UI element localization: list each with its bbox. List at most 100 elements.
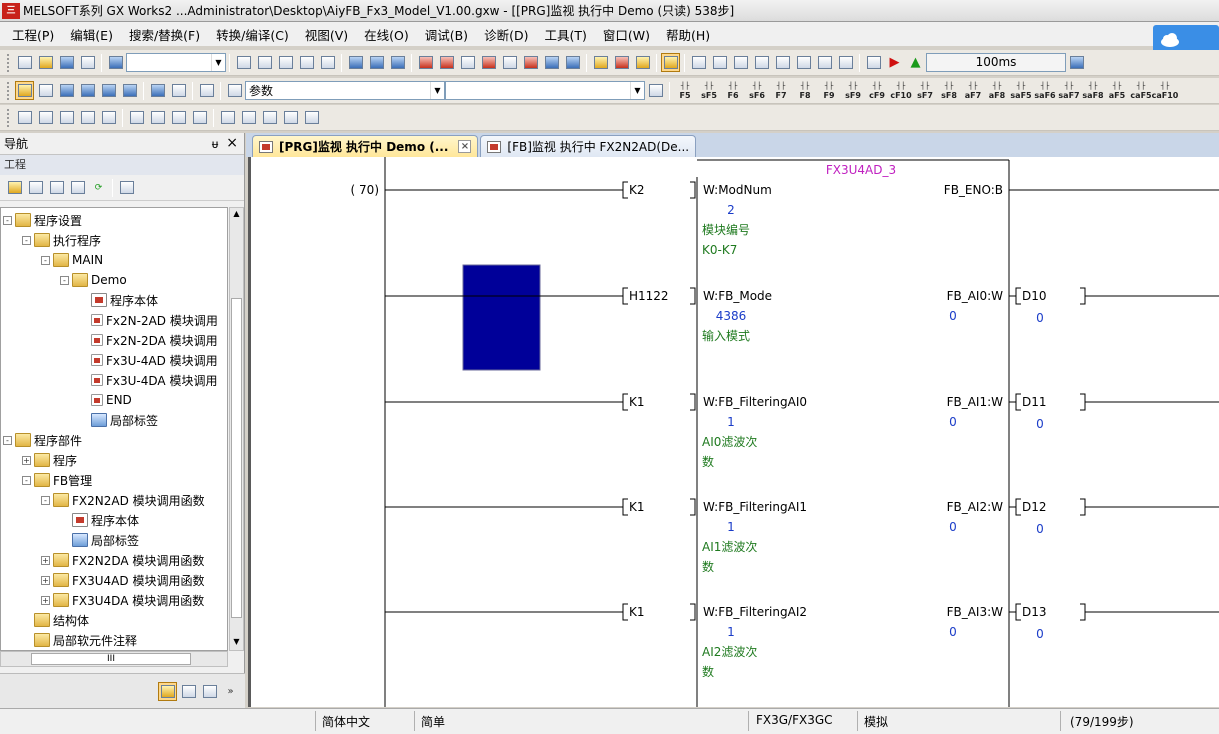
record-icon[interactable] bbox=[864, 53, 883, 72]
fkey-saf8-button[interactable]: ┤├ saF8 bbox=[1082, 81, 1104, 100]
read-plc-icon[interactable] bbox=[437, 53, 456, 72]
device-icon[interactable] bbox=[542, 53, 561, 72]
tree-item[interactable]: 局部软元件注释 bbox=[22, 630, 137, 650]
edit-icon[interactable] bbox=[169, 108, 188, 127]
online-change-icon[interactable] bbox=[633, 53, 652, 72]
ladder-func-icon[interactable] bbox=[794, 53, 813, 72]
fkey-f9-button[interactable]: ┤├ F9 bbox=[818, 81, 840, 100]
tree-item[interactable]: 程序本体 bbox=[60, 510, 139, 530]
print-icon[interactable] bbox=[78, 53, 97, 72]
new-file-icon[interactable] bbox=[15, 53, 34, 72]
play-icon[interactable]: ▶ bbox=[885, 53, 904, 72]
fkey-caf10-button[interactable]: ┤├ caF10 bbox=[1152, 81, 1179, 100]
fkey-sf6-button[interactable]: ┤├ sF6 bbox=[746, 81, 768, 100]
connection-icon[interactable] bbox=[200, 682, 219, 701]
project-view-icon[interactable] bbox=[158, 682, 177, 701]
cut-icon[interactable] bbox=[234, 53, 253, 72]
fkey-f6-button[interactable]: ┤├ F6 bbox=[722, 81, 744, 100]
more-icon[interactable]: » bbox=[221, 682, 240, 701]
close-icon[interactable]: × bbox=[458, 140, 472, 153]
device-icon[interactable] bbox=[367, 53, 386, 72]
search-target-combo[interactable]: ▼ bbox=[445, 81, 645, 100]
menu-item-4[interactable]: 视图(V) bbox=[297, 25, 356, 44]
ladder-delete-icon[interactable] bbox=[710, 53, 729, 72]
menu-item-6[interactable]: 调试(B) bbox=[417, 25, 476, 44]
timer-set-icon[interactable] bbox=[1067, 53, 1086, 72]
project-tree[interactable]: - 程序设置 - 执行程序 - MAIN - Demo 程序本体 Fx2N-2AD 模块调用 Fx2… bbox=[0, 207, 228, 651]
chevron-down-icon[interactable]: ▼ bbox=[430, 82, 444, 99]
tree-item[interactable]: + FX3U4AD 模块调用函数 bbox=[41, 570, 204, 590]
menu-item-5[interactable]: 在线(O) bbox=[356, 25, 417, 44]
contact-icon[interactable] bbox=[57, 108, 76, 127]
edit-icon[interactable] bbox=[281, 108, 300, 127]
tree-item[interactable]: Fx2N-2DA 模块调用 bbox=[79, 330, 218, 350]
ladder-branch-icon[interactable] bbox=[752, 53, 771, 72]
monitor-stop-icon[interactable] bbox=[500, 53, 519, 72]
menu-item-3[interactable]: 转换/编译(C) bbox=[208, 25, 297, 44]
ladder-line-icon[interactable] bbox=[731, 53, 750, 72]
list-mode-icon[interactable] bbox=[36, 81, 55, 100]
fkey-cf9-button[interactable]: ┤├ cF9 bbox=[866, 81, 888, 100]
fkey-sf8-button[interactable]: ┤├ sF8 bbox=[938, 81, 960, 100]
fkey-f5-button[interactable]: ┤├ F5 bbox=[674, 81, 696, 100]
tree-item[interactable]: - Demo bbox=[60, 270, 127, 290]
ladder-comment-icon[interactable] bbox=[815, 53, 834, 72]
tree-item[interactable]: - 程序部件 bbox=[3, 430, 82, 450]
refresh-icon[interactable]: ⟳ bbox=[89, 178, 108, 197]
scroll-down-icon[interactable]: ▼ bbox=[231, 637, 242, 649]
tree-item[interactable]: Fx2N-2AD 模块调用 bbox=[79, 310, 218, 330]
collapse-icon[interactable]: - bbox=[3, 435, 12, 445]
edit-icon[interactable] bbox=[302, 108, 321, 127]
device-icon[interactable] bbox=[388, 53, 407, 72]
redo-icon[interactable] bbox=[318, 53, 337, 72]
edit-icon[interactable] bbox=[127, 108, 146, 127]
paste-icon[interactable] bbox=[276, 53, 295, 72]
collapse-icon[interactable]: - bbox=[22, 235, 31, 245]
menu-item-7[interactable]: 诊断(D) bbox=[476, 25, 536, 44]
copy-icon[interactable] bbox=[255, 53, 274, 72]
collapse-icon[interactable]: - bbox=[3, 215, 12, 225]
contact-icon[interactable] bbox=[78, 108, 97, 127]
scroll-up-icon[interactable]: ▲ bbox=[231, 209, 242, 221]
ladder-note-icon[interactable] bbox=[836, 53, 855, 72]
toolbar-grip[interactable] bbox=[7, 53, 11, 72]
toolbar-grip[interactable] bbox=[7, 108, 11, 127]
fkey-af5-button[interactable]: ┤├ aF5 bbox=[1106, 81, 1128, 100]
expand-icon[interactable]: + bbox=[22, 455, 31, 465]
user-library-icon[interactable] bbox=[179, 682, 198, 701]
close-icon[interactable]: × bbox=[226, 136, 238, 151]
tree-item[interactable]: - MAIN bbox=[41, 250, 103, 270]
collapse-icon[interactable]: - bbox=[60, 275, 69, 285]
tree-item[interactable]: 程序本体 bbox=[79, 290, 158, 310]
help-circle-icon[interactable] bbox=[197, 81, 216, 100]
convert-icon[interactable] bbox=[591, 53, 610, 72]
tree-item[interactable]: - FX2N2AD 模块调用函数 bbox=[41, 490, 205, 510]
open-folder-icon[interactable] bbox=[36, 53, 55, 72]
fkey-af7-button[interactable]: ┤├ aF7 bbox=[962, 81, 984, 100]
chevron-down-icon[interactable]: ▼ bbox=[630, 82, 644, 99]
expand-icon[interactable]: + bbox=[41, 595, 50, 605]
tree-item[interactable]: END bbox=[79, 390, 132, 410]
tree-item[interactable]: + FX3U4DA 模块调用函数 bbox=[41, 590, 204, 610]
fkey-cf10-button[interactable]: ┤├ cF10 bbox=[890, 81, 912, 100]
fkey-saf7-button[interactable]: ┤├ saF7 bbox=[1058, 81, 1080, 100]
window-icon[interactable] bbox=[57, 81, 76, 100]
tree-item[interactable]: - FB管理 bbox=[22, 470, 92, 490]
ladder-insert-icon[interactable] bbox=[689, 53, 708, 72]
menu-item-2[interactable]: 搜索/替换(F) bbox=[121, 25, 208, 44]
ladder-mode-icon[interactable] bbox=[15, 81, 34, 100]
warning-icon[interactable]: ▲ bbox=[906, 53, 925, 72]
fkey-af8-button[interactable]: ┤├ aF8 bbox=[986, 81, 1008, 100]
verify-icon[interactable] bbox=[458, 53, 477, 72]
tree-item[interactable]: Fx3U-4AD 模块调用 bbox=[79, 350, 218, 370]
tree-item[interactable]: - 程序设置 bbox=[3, 210, 82, 230]
menu-item-1[interactable]: 编辑(E) bbox=[62, 25, 121, 44]
tree-item[interactable]: 结构体 bbox=[22, 610, 89, 630]
edit-icon[interactable] bbox=[218, 108, 237, 127]
write-plc-icon[interactable] bbox=[416, 53, 435, 72]
tree-item[interactable]: Fx3U-4DA 模块调用 bbox=[79, 370, 217, 390]
collapse-icon[interactable]: - bbox=[22, 475, 31, 485]
device-icon[interactable] bbox=[563, 53, 582, 72]
edit-icon[interactable] bbox=[239, 108, 258, 127]
device-icon[interactable] bbox=[99, 81, 118, 100]
